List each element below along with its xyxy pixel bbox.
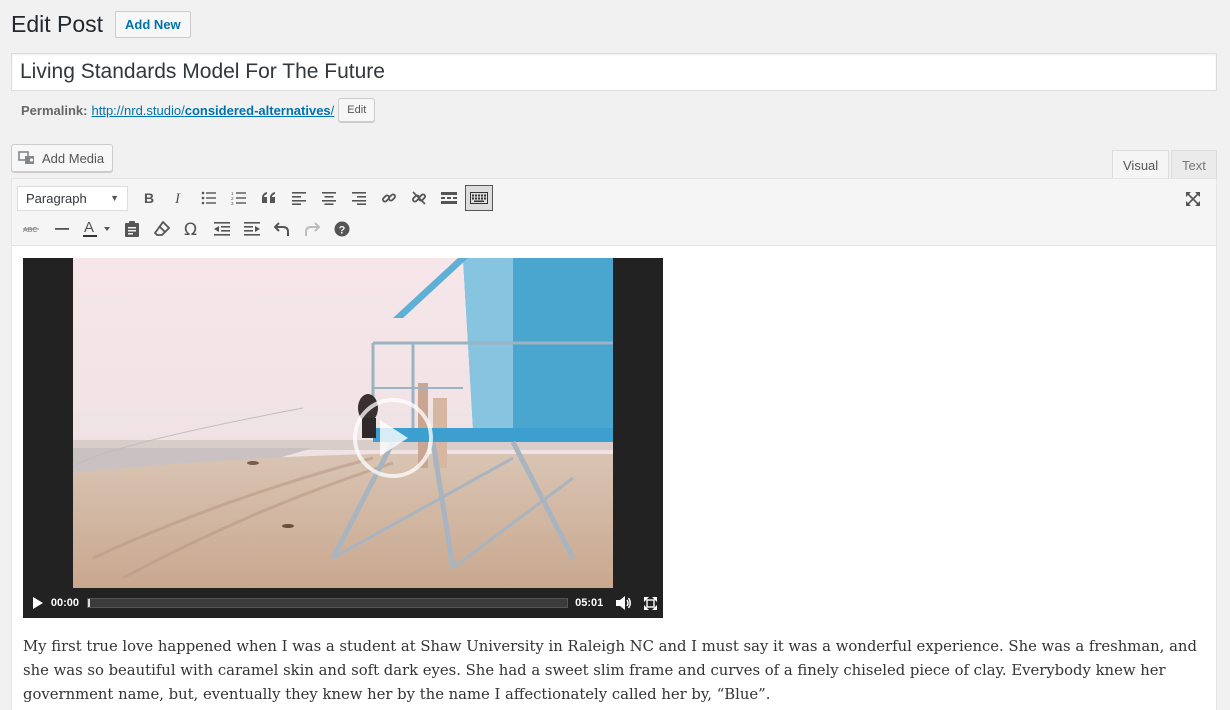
paste-text-button[interactable] bbox=[117, 215, 147, 243]
video-poster-image bbox=[73, 258, 613, 588]
bullet-list-button[interactable] bbox=[194, 184, 224, 212]
outdent-button[interactable] bbox=[207, 215, 237, 243]
outdent-icon bbox=[214, 222, 230, 236]
svg-text:I: I bbox=[174, 191, 181, 205]
help-icon: ? bbox=[334, 221, 350, 237]
text-color-button[interactable]: A bbox=[77, 215, 117, 243]
indent-icon bbox=[244, 222, 260, 236]
toolbar-row-2: ABC A Ω ? bbox=[17, 215, 357, 243]
chevron-down-icon: ▼ bbox=[110, 193, 119, 203]
strikethrough-button[interactable]: ABC bbox=[17, 215, 47, 243]
fullscreen-icon bbox=[643, 596, 657, 610]
italic-icon: I bbox=[174, 191, 181, 205]
volume-icon bbox=[616, 596, 632, 610]
svg-text:3: 3 bbox=[231, 201, 234, 205]
italic-button[interactable]: I bbox=[164, 184, 194, 212]
video-player[interactable]: 00:00 05:01 bbox=[23, 258, 663, 618]
indent-button[interactable] bbox=[237, 215, 267, 243]
editor-toolbar: Paragraph ▼ B I 123 ABC A Ω ? bbox=[12, 179, 1216, 246]
tab-text[interactable]: Text bbox=[1171, 150, 1217, 179]
bold-button[interactable]: B bbox=[134, 184, 164, 212]
omega-icon: Ω bbox=[184, 221, 197, 237]
permalink-row: Permalink: http://nrd.studio/considered-… bbox=[21, 98, 376, 122]
video-current-time: 00:00 bbox=[50, 597, 79, 609]
add-new-button[interactable]: Add New bbox=[115, 11, 191, 38]
page-title: Edit Post bbox=[11, 11, 104, 37]
video-duration: 05:01 bbox=[575, 597, 604, 609]
align-left-button[interactable] bbox=[284, 184, 314, 212]
video-play-button[interactable] bbox=[25, 597, 51, 609]
keyboard-shortcuts-button[interactable]: ? bbox=[327, 215, 357, 243]
keyboard-icon bbox=[470, 192, 488, 204]
fullscreen-icon bbox=[1186, 192, 1200, 206]
strikethrough-icon: ABC bbox=[23, 227, 39, 234]
toolbar-toggle-button[interactable] bbox=[465, 185, 493, 211]
svg-text:ABC: ABC bbox=[23, 227, 37, 234]
permalink-tail: / bbox=[330, 102, 335, 118]
redo-button[interactable] bbox=[297, 215, 327, 243]
link-icon bbox=[382, 193, 396, 203]
media-icon bbox=[18, 151, 34, 164]
permalink-edit-button[interactable]: Edit bbox=[338, 98, 376, 122]
horizontal-line-button[interactable] bbox=[47, 215, 77, 243]
permalink-link[interactable]: http://nrd.studio/considered-alternative… bbox=[91, 103, 334, 118]
video-progress-rail[interactable] bbox=[86, 598, 569, 608]
add-media-button[interactable]: Add Media bbox=[11, 144, 114, 172]
svg-text:?: ? bbox=[339, 224, 346, 236]
permalink-label: Permalink: bbox=[21, 102, 88, 118]
align-right-icon bbox=[352, 192, 366, 205]
svg-text:Ω: Ω bbox=[184, 221, 197, 237]
video-progress-fill bbox=[87, 599, 90, 607]
format-select[interactable]: Paragraph ▼ bbox=[17, 185, 128, 211]
read-more-icon bbox=[441, 192, 457, 204]
clear-formatting-button[interactable] bbox=[147, 215, 177, 243]
blockquote-button[interactable] bbox=[254, 184, 284, 212]
post-body-paragraph: My first true love happened when I was a… bbox=[23, 638, 1197, 703]
post-title-input[interactable] bbox=[12, 54, 1216, 90]
horizontal-line-icon bbox=[55, 228, 69, 230]
permalink-slug: considered-alternatives bbox=[184, 102, 331, 118]
editor-area: Paragraph ▼ B I 123 ABC A Ω ? 00:00 05:0… bbox=[11, 178, 1217, 710]
eraser-icon bbox=[154, 221, 170, 236]
permalink-base: http://nrd.studio/ bbox=[91, 102, 185, 118]
post-title-box bbox=[11, 53, 1217, 91]
editor-content[interactable]: 00:00 05:01 My first true love happened … bbox=[12, 247, 1216, 710]
bold-icon: B bbox=[144, 191, 154, 205]
svg-text:B: B bbox=[144, 191, 154, 205]
numbered-list-button[interactable]: 123 bbox=[224, 184, 254, 212]
undo-button[interactable] bbox=[267, 215, 297, 243]
video-mute-button[interactable] bbox=[611, 596, 637, 610]
align-center-button[interactable] bbox=[314, 184, 344, 212]
video-play-overlay[interactable] bbox=[353, 398, 433, 478]
read-more-button[interactable] bbox=[434, 184, 464, 212]
distraction-free-button[interactable] bbox=[1178, 185, 1208, 213]
clipboard-icon bbox=[125, 221, 139, 237]
redo-icon bbox=[305, 222, 320, 236]
video-controls: 00:00 05:01 bbox=[23, 588, 663, 618]
tab-visual[interactable]: Visual bbox=[1112, 150, 1170, 179]
svg-text:A: A bbox=[84, 220, 94, 236]
play-icon bbox=[380, 420, 408, 456]
special-character-button[interactable]: Ω bbox=[177, 215, 207, 243]
page-heading: Edit Post Add New bbox=[11, 11, 191, 38]
format-select-value: Paragraph bbox=[26, 190, 87, 206]
insert-link-button[interactable] bbox=[374, 184, 404, 212]
undo-icon bbox=[274, 222, 289, 236]
align-left-icon bbox=[292, 192, 306, 205]
align-right-button[interactable] bbox=[344, 184, 374, 212]
align-center-icon bbox=[322, 192, 336, 205]
play-icon bbox=[32, 597, 43, 609]
video-frame bbox=[73, 258, 613, 588]
toolbar-row-1: Paragraph ▼ B I 123 bbox=[17, 184, 494, 212]
add-media-label: Add Media bbox=[42, 150, 105, 166]
bullet-list-icon bbox=[201, 191, 216, 205]
remove-link-button[interactable] bbox=[404, 184, 434, 212]
quote-icon bbox=[262, 192, 275, 203]
numbered-list-icon: 123 bbox=[231, 191, 246, 205]
unlink-icon bbox=[412, 191, 426, 205]
video-fullscreen-button[interactable] bbox=[637, 596, 663, 610]
text-color-icon: A bbox=[83, 220, 110, 237]
